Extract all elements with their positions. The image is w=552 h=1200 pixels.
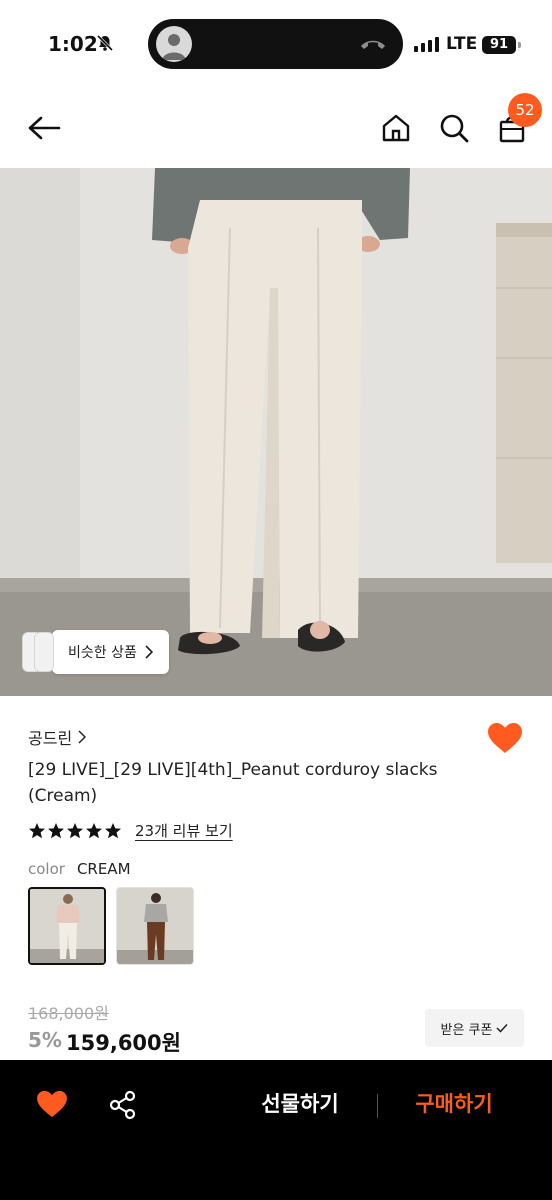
similar-products-label-box: 비슷한 상품 (52, 630, 169, 674)
status-bar: 1:02 LTE 91 (0, 0, 552, 90)
swatch-cream-image (30, 889, 104, 963)
battery-tip (518, 42, 521, 48)
swatch-brown-image (117, 888, 193, 964)
dynamic-island[interactable] (148, 19, 403, 69)
discount-rate: 5% (28, 1028, 62, 1052)
similar-products-button[interactable]: 비슷한 상품 (22, 630, 169, 674)
product-photo (0, 168, 552, 696)
gift-button[interactable]: 선물하기 (240, 1088, 360, 1118)
wishlist-button[interactable] (487, 722, 523, 758)
home-icon (382, 114, 410, 142)
checkmark-icon (496, 1023, 509, 1033)
original-price: 168,000원 (28, 1004, 109, 1023)
product-title: [29 LIVE]_[29 LIVE][4th]_Peanut corduroy… (28, 760, 438, 806)
color-swatch-cream[interactable] (28, 887, 106, 965)
search-icon (440, 114, 469, 143)
cart-count-badge: 52 (508, 93, 542, 127)
product-image[interactable] (0, 168, 552, 696)
top-nav (0, 90, 552, 168)
brand-name: 공드린 (28, 729, 73, 748)
cellular-signal-icon (414, 36, 439, 52)
home-button[interactable] (376, 108, 416, 148)
buy-button[interactable]: 구매하기 (394, 1088, 514, 1118)
network-type: LTE (446, 34, 478, 54)
color-row: color CREAM (28, 860, 131, 878)
arrow-left-icon (28, 116, 61, 140)
chevron-right-icon (145, 645, 153, 659)
color-label: color (28, 860, 65, 878)
similar-products-label: 비슷한 상품 (68, 645, 137, 661)
color-value: CREAM (76, 860, 131, 878)
bottom-wishlist-button[interactable] (36, 1090, 68, 1122)
chevron-right-icon (78, 730, 87, 744)
sale-price: 159,600원 (66, 1031, 181, 1055)
caller-avatar-icon (156, 26, 192, 62)
brand-link[interactable]: 공드린 (28, 725, 87, 749)
share-icon (109, 1090, 136, 1120)
bottom-action-bar: 선물하기 구매하기 (0, 1060, 552, 1200)
star-rating-icon (29, 822, 121, 838)
back-button[interactable] (24, 108, 64, 148)
heart-icon (488, 723, 522, 753)
rating-row: 23개 리뷰 보기 (28, 820, 233, 841)
received-coupon-label: 받은 쿠폰 (440, 1022, 493, 1038)
bottom-divider (377, 1094, 378, 1118)
search-button[interactable] (434, 108, 474, 148)
status-time: 1:02 (48, 32, 98, 56)
similar-thumbnails (22, 630, 54, 674)
phone-end-call-icon[interactable] (359, 34, 387, 58)
battery-level: 91 (482, 36, 516, 54)
received-coupon-button[interactable]: 받은 쿠폰 (425, 1009, 524, 1047)
heart-icon (37, 1090, 67, 1118)
bell-muted-icon (96, 34, 114, 56)
reviews-link[interactable]: 23개 리뷰 보기 (135, 820, 233, 841)
color-swatch-brown[interactable] (116, 887, 194, 965)
share-button[interactable] (108, 1090, 138, 1124)
